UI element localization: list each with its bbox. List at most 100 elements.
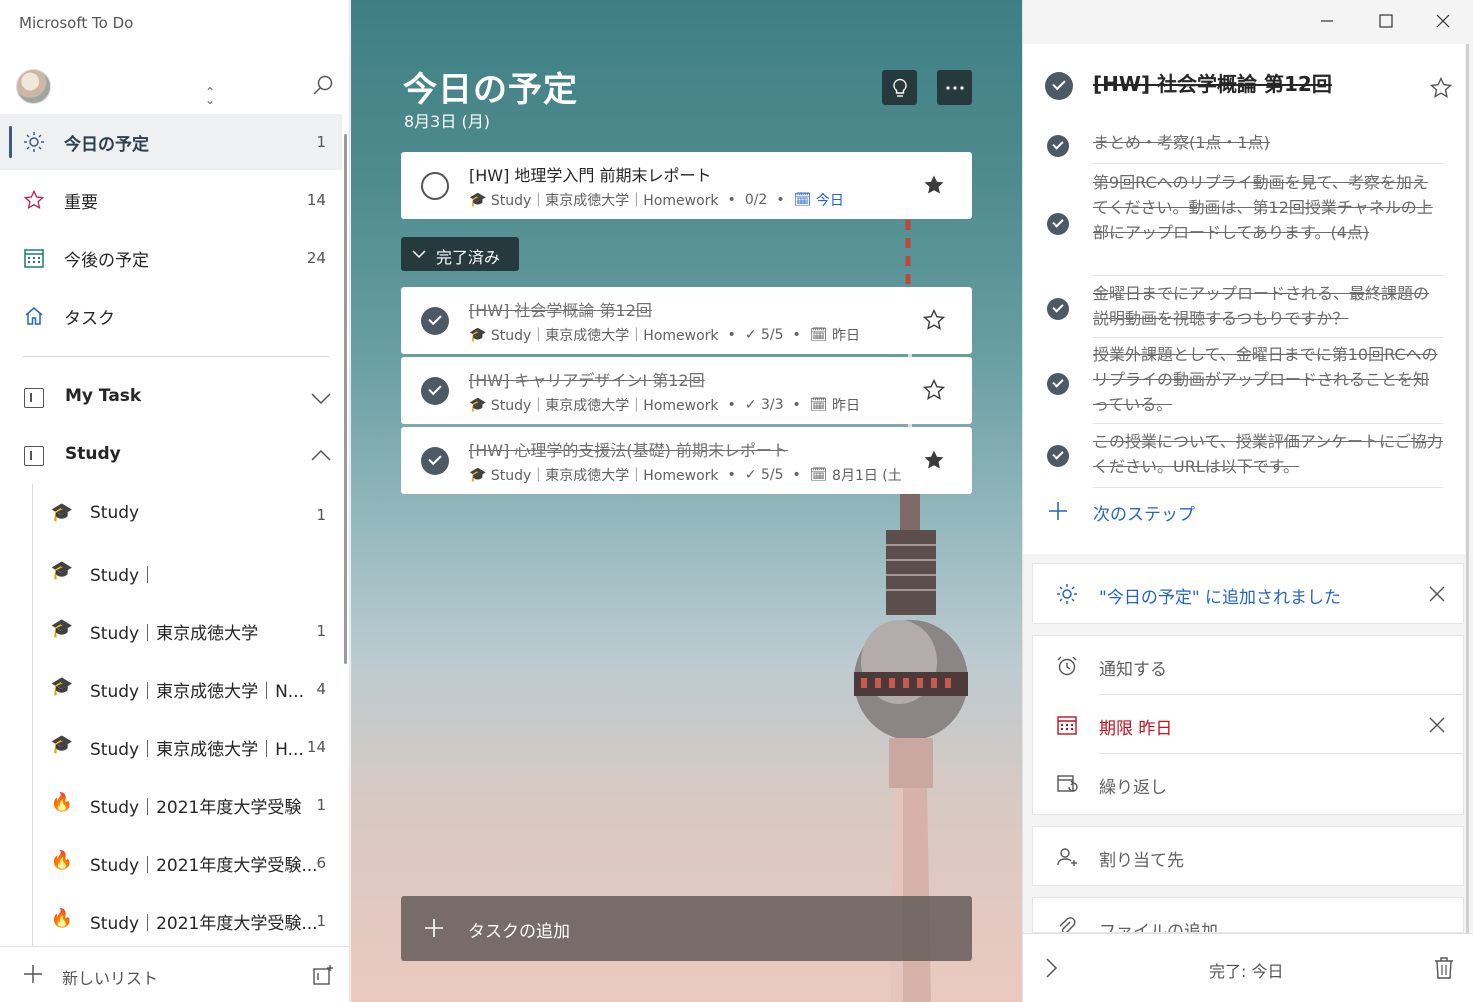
graduation-cap-icon: 🎓 — [469, 327, 491, 343]
star-filled-icon[interactable] — [922, 173, 946, 197]
sidebar-item-label: 重要 — [64, 192, 98, 213]
star-outline-icon[interactable] — [1429, 76, 1453, 100]
group-study[interactable]: Study — [0, 428, 342, 484]
alarm-clock-icon — [1057, 656, 1077, 676]
list-item[interactable]: 🔥 Study｜2021年度大学受験 1 — [0, 776, 342, 834]
add-step-button[interactable]: 次のステップ — [1023, 494, 1465, 534]
divider — [1099, 694, 1463, 695]
add-task-input[interactable]: タスクの追加 — [401, 896, 972, 961]
sidebar-item-planned[interactable]: 今後の予定 24 — [0, 230, 342, 286]
task-checkbox[interactable] — [421, 377, 449, 405]
step-checkbox[interactable] — [1047, 445, 1069, 467]
list-item[interactable]: 🎓 Study｜東京成徳大学｜H... 14 — [0, 718, 342, 776]
my-day-row[interactable]: "今日の予定" に追加されました — [1033, 565, 1463, 623]
step-item[interactable]: 第9回RCへのリプライ動画を見て、考察を加えてください。動画は、第12回授業チャ… — [1023, 164, 1465, 276]
step-text[interactable]: まとめ・考察(1点・1点) — [1093, 130, 1443, 155]
step-item[interactable]: 授業外課題として、金曜日までに第10回RCへのリプライの動画がアップロードされる… — [1023, 338, 1465, 424]
avatar[interactable] — [16, 69, 51, 104]
graduation-cap-icon: 🎓 — [469, 192, 491, 208]
list-item[interactable]: 🎓 Study｜東京成徳大学｜N... 4 — [0, 660, 342, 718]
task-item[interactable]: [HW] 社会学概論 第12回 🎓 Study｜東京成徳大学｜Homework … — [401, 287, 972, 354]
close-icon[interactable] — [1427, 584, 1447, 604]
main-pane: 今日の予定 8月3日 (月) [HW] 地理学入門 前期末レポート 🎓 Stud… — [351, 0, 1022, 1002]
plus-icon — [24, 965, 42, 983]
graduation-cap-icon: 🎓 — [50, 502, 74, 523]
step-checkbox[interactable] — [1047, 373, 1069, 395]
close-window-icon[interactable] — [1432, 10, 1454, 32]
minimize-icon[interactable] — [1316, 10, 1338, 32]
list-count: 1 — [316, 796, 326, 814]
app-title: Microsoft To Do — [19, 14, 134, 32]
step-item[interactable]: まとめ・考察(1点・1点) — [1023, 126, 1465, 164]
step-text[interactable]: 金曜日までにアップロードされる、最終課題の説明動画を視聴するつもりですか？ — [1093, 281, 1443, 331]
chevron-up-icon[interactable] — [310, 445, 332, 467]
due-date-label: 期限 昨日 — [1099, 719, 1173, 739]
star-outline-icon[interactable] — [922, 308, 946, 332]
task-checkbox[interactable] — [421, 447, 449, 475]
list-count: 1 — [316, 912, 326, 930]
task-item[interactable]: [HW] 地理学入門 前期末レポート 🎓 Study｜東京成徳大学｜Homewo… — [401, 152, 972, 219]
calendar-icon: 🗓 — [809, 397, 833, 413]
task-checkbox[interactable] — [421, 172, 449, 200]
calendar-icon — [22, 246, 46, 270]
suggestions-button[interactable] — [882, 70, 917, 105]
sidebar-item-my-day[interactable]: 今日の予定 1 — [0, 114, 342, 170]
chevron-right-icon[interactable] — [1039, 956, 1063, 980]
maximize-icon[interactable] — [1375, 10, 1397, 32]
detail-task-checkbox[interactable] — [1045, 72, 1073, 100]
task-checkbox[interactable] — [421, 307, 449, 335]
step-text[interactable]: 授業外課題として、金曜日までに第10回RCへのリプライの動画がアップロードされる… — [1093, 342, 1443, 417]
sidebar-scrollbar[interactable] — [344, 134, 347, 664]
add-person-icon — [1057, 848, 1077, 866]
list-label: Study｜東京成徳大学｜N... — [90, 682, 305, 702]
detail-task-title[interactable]: [HW] 社会学概論 第12回 — [1093, 68, 1332, 97]
account-switcher-icon[interactable]: ⌃ ⌄ — [202, 86, 218, 106]
star-outline-icon[interactable] — [922, 378, 946, 402]
detail-footer: 完了: 今日 — [1023, 933, 1473, 1002]
divider — [1093, 487, 1443, 488]
repeat-label: 繰り返し — [1099, 778, 1167, 798]
sidebar-item-important[interactable]: 重要 14 — [0, 172, 342, 228]
step-checkbox[interactable] — [1047, 135, 1069, 157]
step-text[interactable]: 第9回RCへのリプライ動画を見て、考察を加えてください。動画は、第12回授業チャ… — [1093, 170, 1443, 245]
list-item[interactable]: 🎓 Study｜東京成徳大学 1 — [0, 602, 342, 660]
add-file-row[interactable]: ファイルの追加 — [1033, 899, 1463, 932]
file-card: ファイルの追加 — [1032, 897, 1464, 933]
step-item[interactable]: この授業について、授業評価アンケートにご協力ください。URLは以下です。 — [1023, 424, 1465, 488]
close-icon[interactable] — [1427, 715, 1447, 735]
step-checkbox[interactable] — [1047, 213, 1069, 235]
step-text[interactable]: この授業について、授業評価アンケートにご協力ください。URLは以下です。 — [1093, 429, 1443, 479]
list-item[interactable]: 🔥 Study｜2021年度大学受験... 1 — [0, 892, 342, 950]
sidebar-item-tasks[interactable]: タスク — [0, 288, 342, 344]
task-item[interactable]: [HW] 心理学的支援法(基礎) 前期末レポート 🎓 Study｜東京成徳大学｜… — [401, 427, 972, 494]
star-filled-icon[interactable] — [922, 448, 946, 472]
repeat-row[interactable]: 繰り返し — [1033, 755, 1463, 813]
my-day-label: "今日の予定" に追加されました — [1099, 588, 1342, 608]
task-item[interactable]: [HW] キャリアデザインⅠ 第12回 🎓 Study｜東京成徳大学｜Homew… — [401, 357, 972, 424]
search-icon[interactable] — [311, 74, 335, 98]
list-item[interactable]: 🎓 Study 1 — [0, 486, 342, 544]
new-group-icon[interactable] — [312, 964, 334, 986]
list-count: 1 — [316, 506, 326, 524]
step-checkbox[interactable] — [1047, 298, 1069, 320]
ellipsis-icon — [945, 85, 964, 90]
task-title: [HW] 心理学的支援法(基礎) 前期末レポート — [469, 441, 788, 460]
sidebar-item-label: 今日の予定 — [64, 134, 149, 155]
detail-scrollbar[interactable] — [1466, 44, 1469, 934]
group-my-task[interactable]: My Task — [0, 370, 342, 426]
remind-me-row[interactable]: 通知する — [1033, 637, 1463, 695]
assign-row[interactable]: 割り当て先 — [1033, 828, 1463, 886]
new-list-button[interactable]: 新しいリスト — [0, 946, 349, 1002]
more-options-button[interactable] — [937, 70, 972, 105]
calendar-icon: 🗓 — [809, 327, 833, 343]
list-item[interactable]: 🔥 Study｜2021年度大学受験... 6 — [0, 834, 342, 892]
trash-icon[interactable] — [1432, 955, 1456, 981]
task-steps: 3/3 — [761, 397, 784, 413]
chevron-down-icon[interactable] — [310, 387, 332, 409]
assign-card: 割り当て先 — [1032, 826, 1464, 886]
completed-toggle[interactable]: 完了済み — [401, 237, 519, 271]
step-item[interactable]: 金曜日までにアップロードされる、最終課題の説明動画を視聴するつもりですか？ — [1023, 276, 1465, 338]
due-date-row[interactable]: 期限 昨日 — [1033, 696, 1463, 754]
fire-icon: 🔥 — [50, 792, 74, 813]
list-item[interactable]: 🎓 Study｜ — [0, 544, 342, 602]
